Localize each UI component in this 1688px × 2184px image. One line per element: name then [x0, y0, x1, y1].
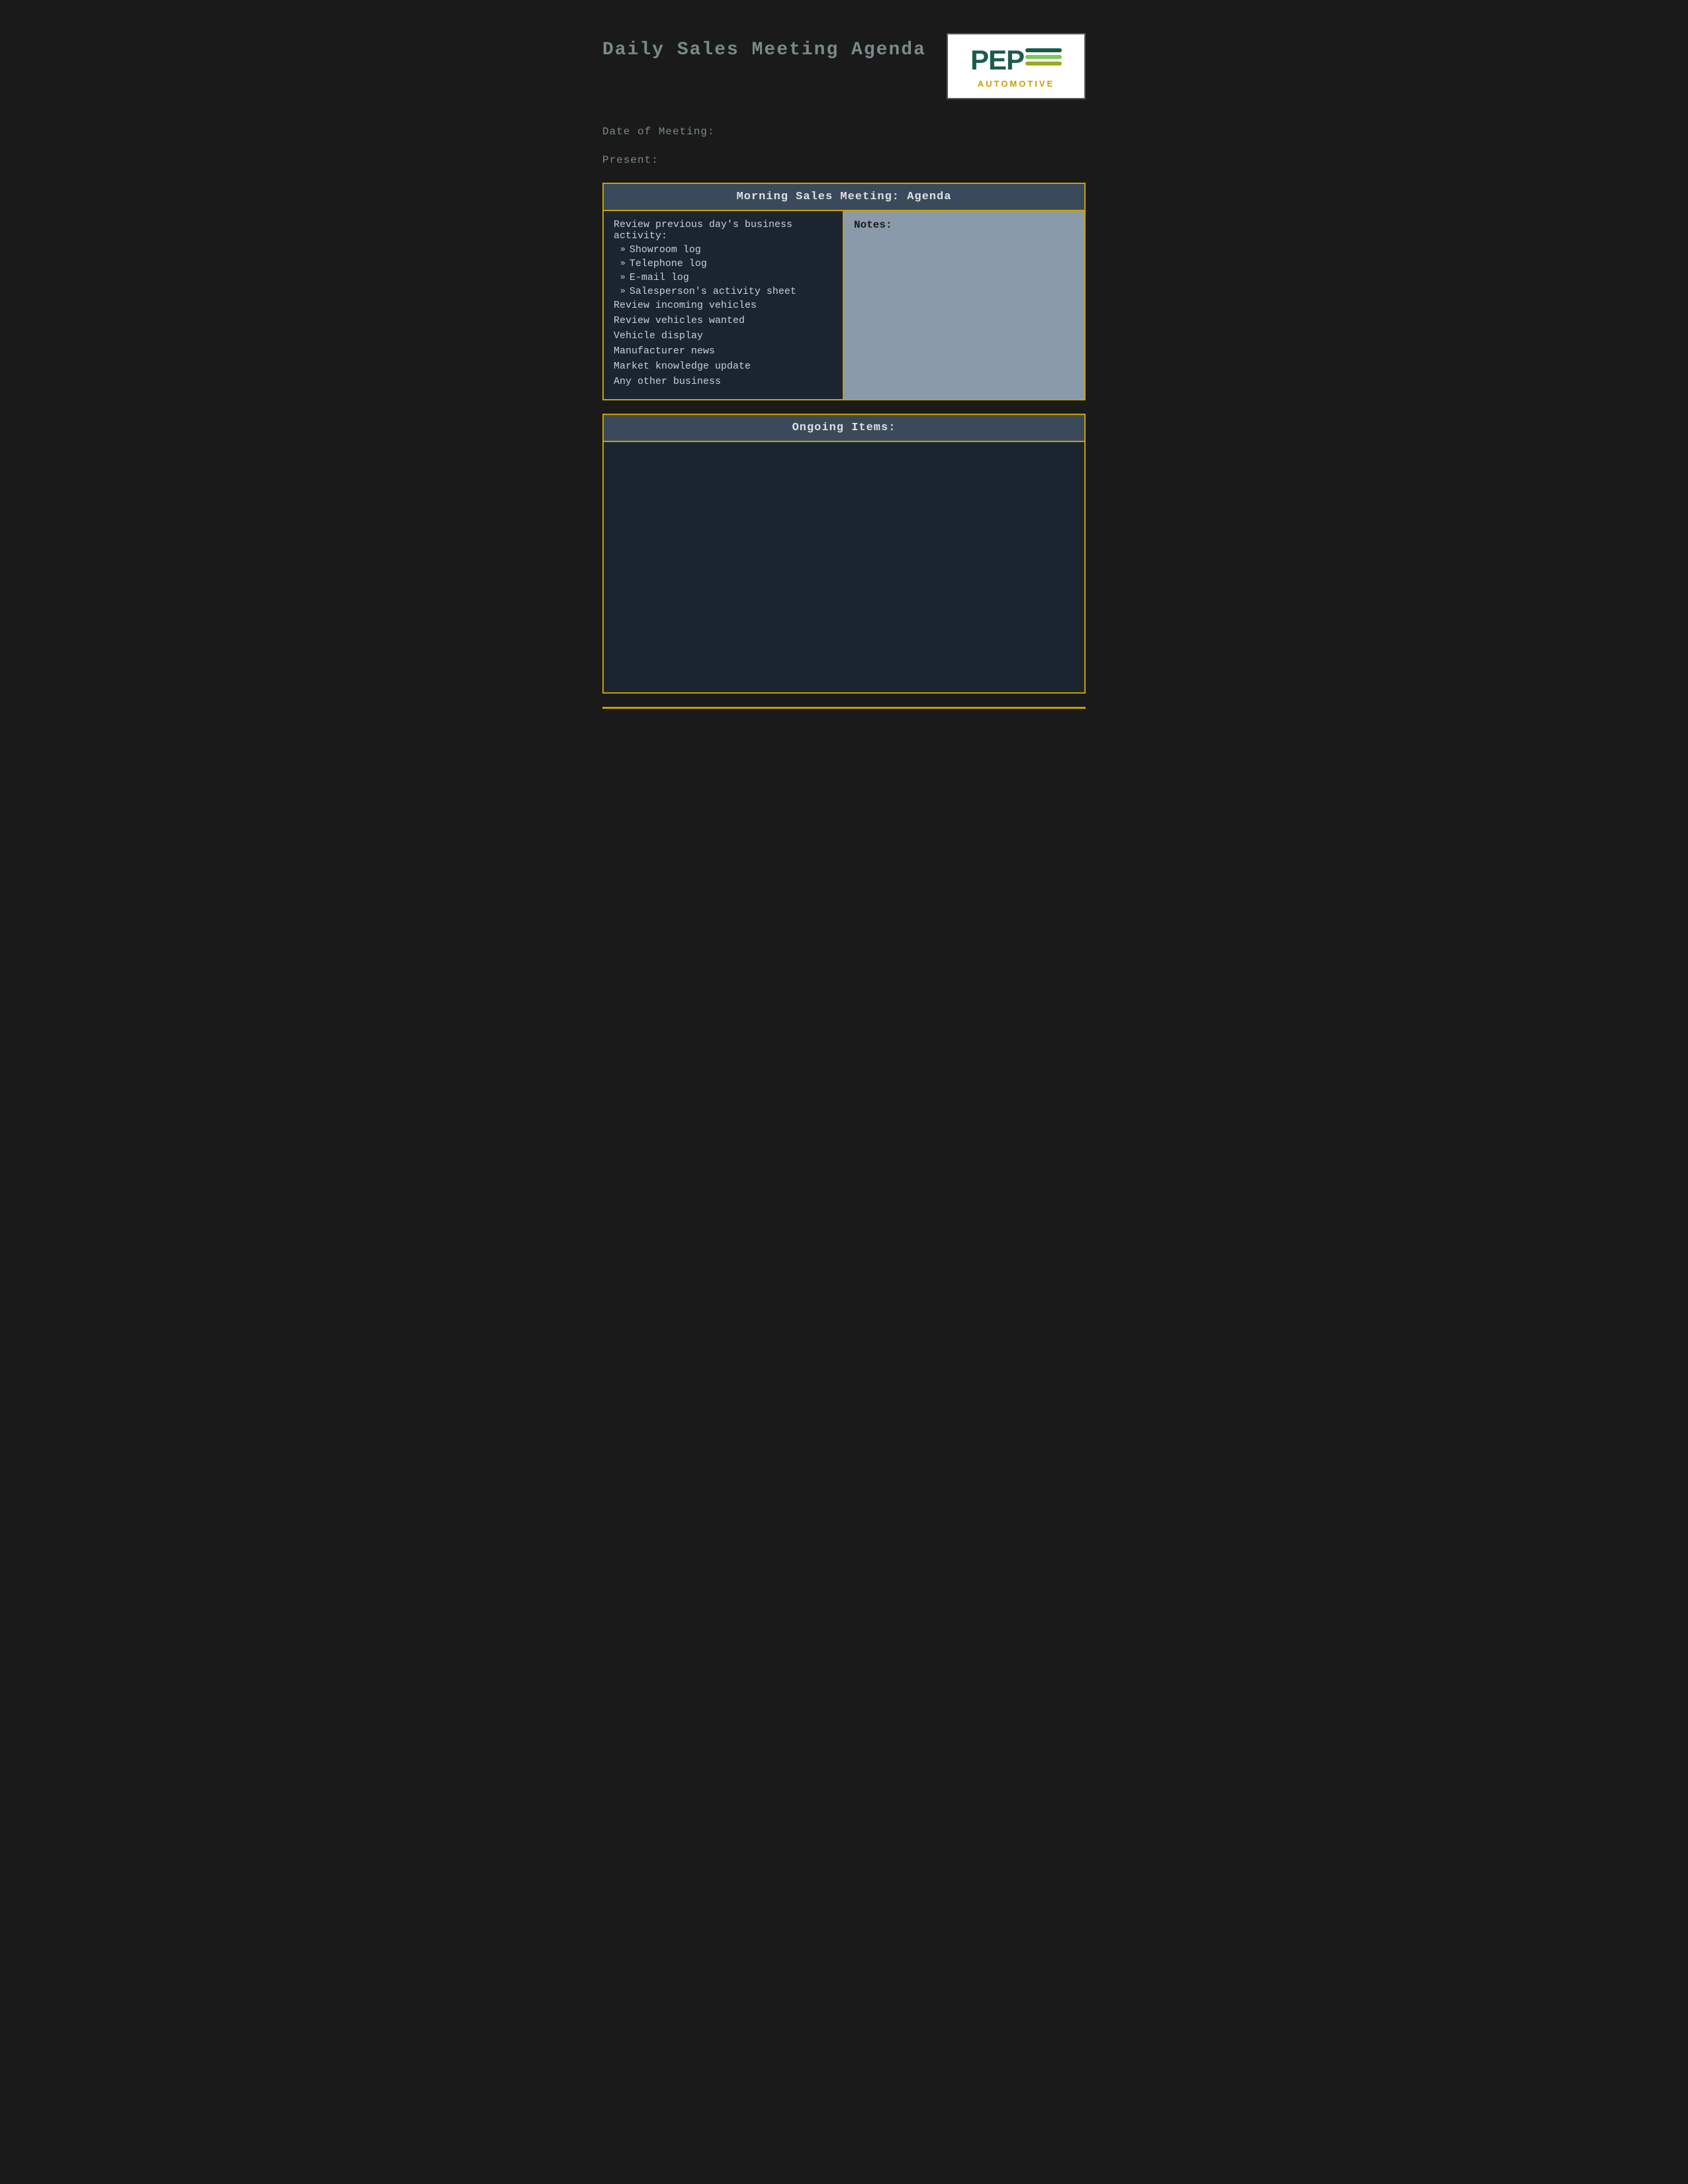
logo-text-group: PEP [970, 44, 1062, 76]
morning-agenda-header: Morning Sales Meeting: Agenda [603, 183, 1085, 210]
agenda-right-cell: Notes: [844, 211, 1084, 399]
page-header: Daily Sales Meeting Agenda PEP AUTOMOTIV… [602, 33, 1086, 99]
notes-label: Notes: [854, 219, 1074, 231]
review-vehicles-wanted: Review vehicles wanted [614, 315, 833, 326]
ongoing-body-cell [603, 441, 1085, 693]
bullet-email-log: » E-mail log [620, 272, 833, 283]
wave-dark [1025, 48, 1062, 52]
logo: PEP AUTOMOTIVE [947, 33, 1086, 99]
bullet-arrow-icon: » [620, 244, 626, 254]
ongoing-header: Ongoing Items: [603, 414, 1085, 441]
bullet-showroom-text: Showroom log [630, 244, 701, 255]
logo-waves [1025, 47, 1062, 67]
review-intro: Review previous day's business activity: [614, 219, 833, 242]
bullet-arrow-icon: » [620, 258, 626, 268]
wave-green [1025, 55, 1062, 59]
logo-automotive-text: AUTOMOTIVE [978, 79, 1055, 89]
bullet-telephone-log: » Telephone log [620, 258, 833, 269]
bullet-salesperson-sheet: » Salesperson's activity sheet [620, 286, 833, 297]
manufacturer-news: Manufacturer news [614, 345, 833, 357]
agenda-body-row: Review previous day's business activity:… [604, 211, 1084, 399]
market-knowledge-update: Market knowledge update [614, 361, 833, 372]
page: Daily Sales Meeting Agenda PEP AUTOMOTIV… [589, 20, 1099, 722]
bullet-arrow-icon: » [620, 286, 626, 296]
page-title: Daily Sales Meeting Agenda [602, 40, 926, 60]
present-label: Present: [602, 154, 1086, 166]
page-title-container: Daily Sales Meeting Agenda [602, 33, 926, 60]
morning-agenda-table: Morning Sales Meeting: Agenda Review pre… [602, 183, 1086, 400]
date-label: Date of Meeting: [602, 126, 1086, 138]
agenda-left-cell: Review previous day's business activity:… [604, 211, 844, 399]
any-other-business: Any other business [614, 376, 833, 387]
meta-section: Date of Meeting: Present: [602, 126, 1086, 166]
bottom-gold-line [602, 707, 1086, 709]
bullet-arrow-icon: » [620, 272, 626, 282]
wave-olive [1025, 62, 1062, 66]
logo-pep-text: PEP [970, 44, 1024, 76]
vehicle-display: Vehicle display [614, 330, 833, 341]
bullet-showroom-log: » Showroom log [620, 244, 833, 255]
bullet-salesperson-text: Salesperson's activity sheet [630, 286, 796, 297]
review-incoming-vehicles: Review incoming vehicles [614, 300, 833, 311]
bullet-telephone-text: Telephone log [630, 258, 707, 269]
ongoing-items-table: Ongoing Items: [602, 414, 1086, 694]
bullet-email-text: E-mail log [630, 272, 689, 283]
